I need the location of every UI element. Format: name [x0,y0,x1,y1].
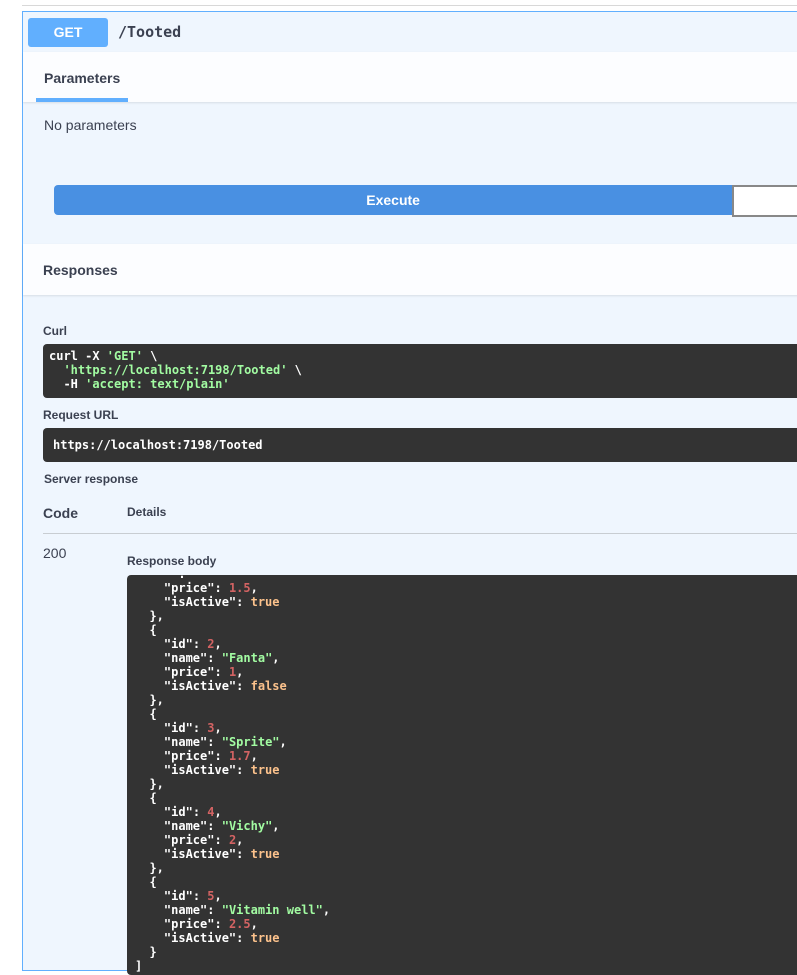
json-line: { [135,623,157,637]
json-line: "price": 1.5, [163,581,258,595]
response-body-label: Response body [127,554,217,568]
curl-header: 'accept: text/plain' [85,377,230,391]
json-line: { [135,791,157,805]
execute-wrapper: Execute [54,185,797,217]
method-badge[interactable]: GET [28,17,108,47]
json-line: "name": "Sprite", [163,735,287,749]
json-line: "isActive": true [163,931,280,945]
endpoint-path[interactable]: /Tooted [118,23,181,41]
json-line: "isActive": false [163,679,287,693]
curl-continuation: \ [142,349,158,363]
json-line: "name": "Vichy", [163,819,280,833]
json-line: "isActive": true [163,847,280,861]
code-column-header: Code [43,505,78,521]
json-line: "id": 5, [163,889,222,903]
parameters-header: Parameters [23,52,797,102]
json-line: }, [135,861,164,875]
operation-block: GET /Tooted Parameters No parameters Exe… [22,11,797,975]
json-line: }, [135,609,164,623]
tab-parameters[interactable]: Parameters [36,52,129,102]
server-response-label: Server response [44,472,139,486]
json-line: { [135,707,157,721]
curl-cmd-text: curl -X [49,349,107,363]
status-code: 200 [43,545,67,561]
top-divider [22,5,797,6]
clear-button[interactable] [732,185,797,217]
table-divider [43,533,797,534]
request-url[interactable]: https://localhost:7198/Tooted [43,428,797,462]
curl-continuation: \ [287,363,302,377]
execute-button[interactable]: Execute [54,185,733,215]
curl-header-flag: -H [49,377,86,391]
json-line: ] [135,959,143,973]
json-line: }, [135,777,164,791]
responses-header: Responses [23,244,797,295]
json-line: "name": "Fanta", [163,651,280,665]
json-line: "isActive": true [163,595,280,609]
curl-label: Curl [43,324,67,338]
response-body[interactable]: . "price": 1.5, "isActive": true }, { "i… [127,575,797,975]
json-line: "id": 3, [163,721,222,735]
curl-command[interactable]: curl -X 'GET' \ 'https://localhost:7198/… [43,344,797,398]
json-line: } [135,945,157,959]
json-line: "price": 1.7, [163,749,258,763]
json-line: "price": 2.5, [163,917,258,931]
json-line: "name": "Vitamin well", [163,903,331,917]
json-line: "id": 2, [163,637,222,651]
no-parameters-text: No parameters [44,117,137,133]
request-url-label: Request URL [43,408,119,422]
operation-summary[interactable]: GET /Tooted [28,17,181,47]
details-column-header: Details [127,505,167,519]
json-line: }, [135,693,164,707]
responses-title: Responses [43,262,118,278]
json-line: { [135,875,157,889]
response-body-content: . "price": 1.5, "isActive": true }, { "i… [135,575,797,973]
curl-url: 'https://localhost:7198/Tooted' [63,363,288,377]
json-line: "isActive": true [163,763,280,777]
json-line: "id": 4, [163,805,222,819]
json-line: "price": 1, [163,665,244,679]
curl-method: 'GET' [106,349,143,363]
json-line: "price": 2, [163,833,244,847]
